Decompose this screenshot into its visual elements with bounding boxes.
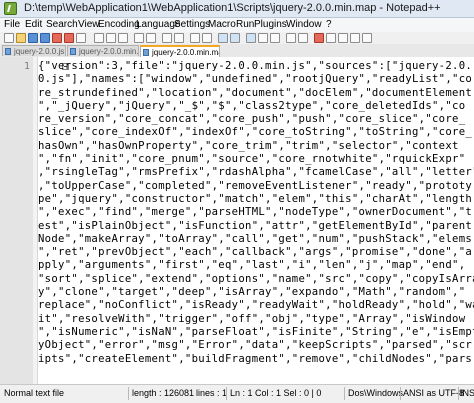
code-line[interactable]: est","isPlainObject","isFunction","attr"… xyxy=(38,220,474,233)
tab-label: jquery-2.0.0.min.map xyxy=(152,48,220,57)
file-icon xyxy=(5,48,11,55)
menu-edit[interactable]: Edit xyxy=(25,19,42,30)
menu-search[interactable]: Search xyxy=(46,19,78,30)
code-line[interactable]: re_version","core_concat","core_push","p… xyxy=(38,113,474,126)
play-macro-icon[interactable] xyxy=(338,33,348,43)
code-line[interactable]: ","ret","prevObject","each","callback","… xyxy=(38,246,474,259)
find-icon[interactable] xyxy=(162,33,172,43)
tab-jquery-min-js[interactable]: jquery-2.0.0.min.js xyxy=(67,45,139,56)
user-language-icon[interactable] xyxy=(286,33,296,43)
cut-icon[interactable] xyxy=(94,33,104,43)
status-divider xyxy=(400,387,401,400)
toolbar xyxy=(0,32,474,44)
status-eol: Dos\Windows xyxy=(348,388,404,398)
doc-map-icon[interactable] xyxy=(298,33,308,43)
status-divider xyxy=(458,387,459,400)
save-icon[interactable] xyxy=(28,33,38,43)
code-line[interactable]: y","clone","target","deep","isArray","ex… xyxy=(38,286,474,299)
close-icon[interactable] xyxy=(52,33,62,43)
replace-icon[interactable] xyxy=(174,33,184,43)
status-mode: INS xyxy=(460,388,474,398)
code-line[interactable]: pply","arguments","first","eq","last","i… xyxy=(38,259,474,272)
copy-icon[interactable] xyxy=(106,33,116,43)
window-title: D:\temp\WebApplication1\WebApplication1\… xyxy=(24,2,441,14)
menu-encoding[interactable]: Encoding xyxy=(98,19,140,30)
code-line[interactable]: ","exec","find","merge","parseHTML","nod… xyxy=(38,206,474,219)
stop-macro-icon[interactable] xyxy=(326,33,336,43)
code-line[interactable]: re_strundefined","location","document","… xyxy=(38,87,474,100)
status-bar: Normal text file length : 126081 lines :… xyxy=(0,384,474,403)
status-lines: lines : 1 xyxy=(196,388,228,398)
show-all-chars-icon[interactable] xyxy=(258,33,268,43)
zoom-out-icon[interactable] xyxy=(202,33,212,43)
status-length: length : 126081 xyxy=(132,388,195,398)
code-line[interactable]: pe","jquery","constructor","match","elem… xyxy=(38,193,474,206)
menu-settings[interactable]: Settings xyxy=(174,19,210,30)
code-line[interactable]: {"version":3,"file":"jquery-2.0.0.min.js… xyxy=(38,60,474,73)
line-number-gutter: 1 xyxy=(0,57,33,384)
file-icon xyxy=(143,49,149,56)
menu-file[interactable]: File xyxy=(4,19,20,30)
menu-macro[interactable]: Macro xyxy=(208,19,236,30)
word-wrap-icon[interactable] xyxy=(246,33,256,43)
code-line[interactable]: 0.js"],"names":["window","undefined","ro… xyxy=(38,73,474,86)
status-divider xyxy=(128,387,129,400)
new-file-icon[interactable] xyxy=(4,33,14,43)
code-line[interactable]: slice","core_indexOf","indexOf","core_to… xyxy=(38,126,474,139)
code-text[interactable]: {"version":3,"file":"jquery-2.0.0.min.js… xyxy=(38,60,474,366)
code-line[interactable]: ","isNumeric","isNaN","parseFloat","isFi… xyxy=(38,326,474,339)
editor-area[interactable]: 1 {"version":3,"file":"jquery-2.0.0.min.… xyxy=(0,57,474,384)
menu-bar: File Edit Search View Encoding Language … xyxy=(0,18,474,32)
open-file-icon[interactable] xyxy=(16,33,26,43)
tab-jquery-min-map[interactable]: jquery-2.0.0.min.map xyxy=(140,45,220,57)
tab-label: jquery-2.0.0.min.js xyxy=(79,47,139,56)
save-all-icon[interactable] xyxy=(40,33,50,43)
menu-window[interactable]: Window xyxy=(286,19,322,30)
menu-plugins[interactable]: Plugins xyxy=(254,19,287,30)
code-line[interactable]: ,"toUpperCase","completed","removeEventL… xyxy=(38,180,474,193)
code-line[interactable]: ipts","createElement","buildFragment","r… xyxy=(38,353,474,366)
code-line[interactable]: yObject","error","msg","Error","data","k… xyxy=(38,339,474,352)
status-doc-type: Normal text file xyxy=(4,388,65,398)
status-divider xyxy=(344,387,345,400)
code-line[interactable]: ","fn","init","core_pnum","source","core… xyxy=(38,153,474,166)
file-icon xyxy=(70,48,76,55)
tab-label: jquery-2.0.0.js xyxy=(14,47,65,56)
paste-icon[interactable] xyxy=(118,33,128,43)
title-bar: D:\temp\WebApplication1\WebApplication1\… xyxy=(0,0,474,18)
save-macro-icon[interactable] xyxy=(362,33,372,43)
code-line[interactable]: Node","makeArray","toArray","call","get"… xyxy=(38,233,474,246)
tab-jquery-js[interactable]: jquery-2.0.0.js xyxy=(2,45,66,56)
sync-vertical-icon[interactable] xyxy=(218,33,228,43)
record-macro-icon[interactable] xyxy=(314,33,324,43)
code-line[interactable]: ","_jQuery","jQuery","_$","$","class2typ… xyxy=(38,100,474,113)
menu-view[interactable]: View xyxy=(78,19,100,30)
code-line[interactable]: replace","noConflict","isReady","readyWa… xyxy=(38,299,474,312)
zoom-in-icon[interactable] xyxy=(190,33,200,43)
sync-horizontal-icon[interactable] xyxy=(230,33,240,43)
menu-run[interactable]: Run xyxy=(236,19,254,30)
notepadpp-icon xyxy=(4,2,17,15)
close-all-icon[interactable] xyxy=(64,33,74,43)
run-macro-multiple-icon[interactable] xyxy=(350,33,360,43)
code-line[interactable]: "sort","splice","extend","options","name… xyxy=(38,273,474,286)
indent-guide-icon[interactable] xyxy=(270,33,280,43)
redo-icon[interactable] xyxy=(146,33,156,43)
menu-help[interactable]: ? xyxy=(326,19,332,30)
status-encoding: ANSI as UTF-8 xyxy=(403,388,465,398)
code-line[interactable]: ,"rsingleTag","rmsPrefix","rdashAlpha","… xyxy=(38,166,474,179)
line-number: 1 xyxy=(23,61,30,72)
code-line[interactable]: hasOwn","hasOwnProperty","core_trim","tr… xyxy=(38,140,474,153)
tab-bar: jquery-2.0.0.js jquery-2.0.0.min.js jque… xyxy=(0,44,474,58)
status-position: Ln : 1 Col : 1 Sel : 0 | 0 xyxy=(230,388,322,398)
undo-icon[interactable] xyxy=(134,33,144,43)
print-icon[interactable] xyxy=(76,33,86,43)
code-line[interactable]: it","resolveWith","trigger","off","obj",… xyxy=(38,313,474,326)
status-divider xyxy=(226,387,227,400)
